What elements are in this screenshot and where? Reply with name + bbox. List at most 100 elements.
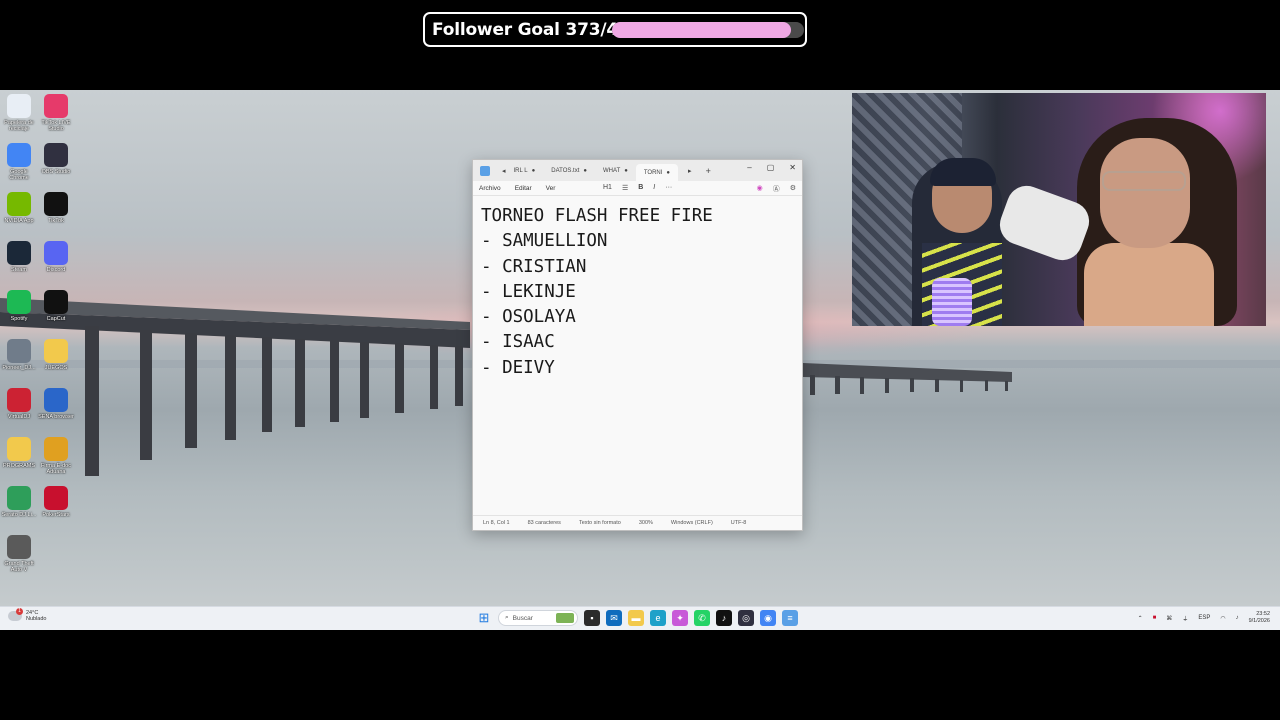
start-windows-icon[interactable]: ⊞ xyxy=(476,610,492,626)
menu-ver[interactable]: Ver xyxy=(546,185,556,192)
file-explorer-icon[interactable]: ▬ xyxy=(628,610,644,626)
taskbar-search[interactable]: ⌕ Buscar xyxy=(498,610,578,626)
list-icon[interactable]: ☰ xyxy=(622,184,628,192)
desktop-icon[interactable]: PROGRAMS xyxy=(0,437,38,469)
italic-button[interactable]: I xyxy=(653,184,655,192)
desktop-icon[interactable]: Discord xyxy=(37,241,75,273)
desktop-icon[interactable]: Steam xyxy=(0,241,38,273)
desktop-icon-label: Spotify xyxy=(10,316,28,322)
folder-icon xyxy=(44,339,68,363)
new-tab-button[interactable]: + xyxy=(706,166,711,176)
tab-scroll-right-icon[interactable]: ▸ xyxy=(688,167,692,175)
more-options-button[interactable]: ··· xyxy=(665,184,672,192)
menu-archivo[interactable]: Archivo xyxy=(479,185,501,192)
clock-date: 9/1/2026 xyxy=(1248,618,1270,624)
gta-icon xyxy=(7,535,31,559)
copilot-taskbar-icon[interactable]: ✦ xyxy=(672,610,688,626)
tab-datos[interactable]: DATOS.txt ● xyxy=(543,162,595,179)
desktop-icon[interactable]: CapCut xyxy=(37,290,75,322)
desktop-icon[interactable]: JUEGOS xyxy=(37,339,75,371)
status-line-endings[interactable]: Windows (CRLF) xyxy=(671,520,713,526)
desktop-icon-label: CapCut xyxy=(46,316,66,322)
text-line: TORNEO FLASH FREE FIRE xyxy=(481,206,713,226)
text-line: - CRISTIAN xyxy=(481,256,587,277)
desktop-icon[interactable]: TikTok xyxy=(37,192,75,224)
stream-frame: Follower Goal 373/400 Papelera de recicl… xyxy=(0,0,1280,720)
desktop-icon-label: Steam xyxy=(11,267,27,273)
wifi-icon[interactable]: ◠ xyxy=(1220,615,1225,622)
status-cursor-position: Ln 8, Col 1 xyxy=(483,520,510,526)
notepad-text-area[interactable]: TORNEO FLASH FREE FIRE - SAMUELLION - CRIS… xyxy=(473,196,802,381)
virtualdj-icon xyxy=(7,388,31,412)
weather-badge: 1 xyxy=(16,608,23,615)
usb-icon[interactable]: ⏚ xyxy=(1182,614,1188,623)
tab-torni[interactable]: TORNI ● xyxy=(635,164,679,181)
taskbar-apps: ⊞ ⌕ Buscar ▪ ✉ ▬ e ✦ ✆ ♪ ◎ ◉ ≡ xyxy=(476,610,798,626)
desktop-icon-label: Firma E-doc Aduana xyxy=(41,463,71,475)
close-icon[interactable]: ✕ xyxy=(789,163,796,172)
chevron-up-icon[interactable]: ⌃ xyxy=(1138,615,1143,622)
desktop-icon-label: JUEGOS xyxy=(44,365,68,371)
task-view-icon[interactable]: ▪ xyxy=(584,610,600,626)
desktop-icon[interactable]: Pioneer_DJ... xyxy=(0,339,38,371)
language-indicator[interactable]: ESP xyxy=(1198,615,1210,621)
notepad-taskbar-icon[interactable]: ≡ xyxy=(782,610,798,626)
minimize-icon[interactable]: – xyxy=(747,163,751,172)
desktop-icon-label: PROGRAMS xyxy=(2,463,36,469)
weather-widget[interactable]: 1 24°C Nublado xyxy=(8,608,47,622)
menu-editar[interactable]: Editar xyxy=(515,185,532,192)
desktop-icon[interactable]: PokerStars xyxy=(37,486,75,518)
clock[interactable]: 23:52 9/1/2026 xyxy=(1249,611,1270,625)
capcut-icon xyxy=(44,290,68,314)
spotify-icon xyxy=(7,290,31,314)
desktop-icon[interactable]: OBS Studio xyxy=(37,143,75,175)
obs-icon xyxy=(44,143,68,167)
desktop-icon-label: TikTok xyxy=(48,218,64,224)
desktop-icon[interactable]: SENA browser xyxy=(37,388,75,420)
status-encoding[interactable]: UTF-8 xyxy=(731,520,747,526)
outlook-icon[interactable]: ✉ xyxy=(606,610,622,626)
settings-gear-icon[interactable]: ⚙ xyxy=(790,184,796,194)
copilot-icon[interactable]: ◉ xyxy=(757,184,763,194)
serato-icon xyxy=(7,486,31,510)
desktop-icon[interactable]: TikTok LIVE Studio xyxy=(37,94,75,132)
edge-icon[interactable]: e xyxy=(650,610,666,626)
tray-app-icon[interactable]: ■ xyxy=(1153,615,1157,621)
notepad-titlebar[interactable]: ◂ IRL L ● DATOS.txt ● WHAT ● TORNI ● ▸ + – ▢… xyxy=(473,160,802,181)
desktop-icon[interactable]: Papelera de reciclaje xyxy=(0,94,38,132)
tab-label: IRL L xyxy=(513,167,528,174)
cloud-icon: 1 xyxy=(8,608,23,621)
chrome-taskbar-icon[interactable]: ◉ xyxy=(760,610,776,626)
notepad-window[interactable]: ◂ IRL L ● DATOS.txt ● WHAT ● TORNI ● ▸ + – ▢… xyxy=(472,159,803,531)
tab-irl[interactable]: IRL L ● xyxy=(506,162,544,179)
firma-edoc-icon xyxy=(44,437,68,461)
tab-what[interactable]: WHAT ● xyxy=(595,162,636,179)
desktop-icon[interactable]: Google Chrome xyxy=(0,143,38,181)
desktop-icon-label: Serato DJ Li... xyxy=(1,512,37,518)
webcam-feed xyxy=(852,93,1266,326)
desktop-icon[interactable]: VirtualDJ xyxy=(0,388,38,420)
network-icon[interactable]: ⌘ xyxy=(1166,615,1172,622)
folder-icon xyxy=(7,437,31,461)
whatsapp-icon[interactable]: ✆ xyxy=(694,610,710,626)
pioneer-dj-icon xyxy=(7,339,31,363)
desktop-icon[interactable]: Firma E-doc Aduana xyxy=(37,437,75,475)
tiktok-taskbar-icon[interactable]: ♪ xyxy=(716,610,732,626)
bold-button[interactable]: B xyxy=(638,184,643,192)
desktop-icon[interactable]: Serato DJ Li... xyxy=(0,486,38,518)
status-zoom[interactable]: 300% xyxy=(639,520,653,526)
desktop-icon[interactable]: Spotify xyxy=(0,290,38,322)
account-icon[interactable]: Ⓐ xyxy=(773,184,780,194)
volume-icon[interactable]: ♪ xyxy=(1236,615,1239,621)
format-toolbar: H1 ☰ B I ··· xyxy=(603,184,672,192)
desktop-icon[interactable]: Grand Theft Auto V xyxy=(0,535,38,573)
obs-taskbar-icon[interactable]: ◎ xyxy=(738,610,754,626)
nvidia-icon xyxy=(7,192,31,216)
tab-dot-icon: ● xyxy=(531,167,536,174)
maximize-icon[interactable]: ▢ xyxy=(767,163,775,172)
desktop-icon[interactable]: NVIDIA App xyxy=(0,192,38,224)
heading-dropdown[interactable]: H1 xyxy=(603,184,612,192)
tab-dot-icon: ● xyxy=(666,169,671,176)
search-highlight-icon xyxy=(556,613,574,623)
steam-icon xyxy=(7,241,31,265)
